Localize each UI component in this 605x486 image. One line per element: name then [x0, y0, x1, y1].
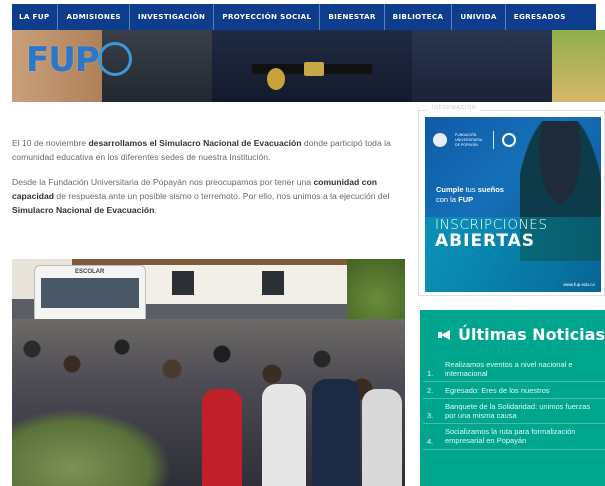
photo-person	[262, 384, 306, 486]
photo-person	[202, 389, 242, 486]
news-item-number: 4.	[427, 436, 434, 446]
news-item[interactable]: 2. Egresado: Eres de los nuestros	[423, 382, 605, 400]
university-seal-icon	[433, 133, 447, 147]
article-text: El 10 de noviembre	[12, 138, 89, 148]
photo-bus-windshield	[41, 278, 139, 308]
nav-item-proyeccion-social[interactable]: PROYECCIÓN SOCIAL	[213, 4, 319, 30]
banner-logos: FUNDACIÓN UNIVERSITARIA DE POPAYÁN	[433, 131, 516, 149]
banner-university-name: FUNDACIÓN UNIVERSITARIA DE POPAYÁN	[455, 132, 483, 147]
article-body: El 10 de noviembre desarrollamos el Simu…	[12, 136, 397, 228]
latest-news-panel: Últimas Noticias 1. Realizamos eventos a…	[420, 310, 605, 486]
info-label: INFORMACIÓN	[428, 105, 481, 111]
nav-item-la-fup[interactable]: LA FUP	[12, 4, 57, 30]
tagline-word: FUP	[458, 195, 474, 204]
news-item-number: 2.	[427, 386, 434, 396]
hero-buckle	[304, 62, 324, 76]
article-text: Desde la Fundación Universitaria de Popa…	[12, 177, 314, 187]
fup-logo[interactable]: FUP	[26, 40, 100, 80]
news-item[interactable]: 1. Realizamos eventos a nivel nacional e…	[423, 357, 605, 383]
admissions-banner[interactable]: FUNDACIÓN UNIVERSITARIA DE POPAYÁN Cumpl…	[425, 117, 601, 292]
news-item-number: 1.	[427, 369, 434, 379]
article-photo: ESCOLAR	[12, 259, 405, 486]
tagline-word: sueños	[477, 185, 504, 194]
nav-bar: LA FUP ADMISIONES INVESTIGACIÓN PROYECCI…	[12, 4, 596, 30]
photo-window	[262, 271, 284, 295]
photo-person	[362, 389, 402, 486]
tagline-word: con la	[436, 195, 459, 204]
article-paragraph-2: Desde la Fundación Universitaria de Popa…	[12, 175, 397, 217]
article-bold-text: desarrollamos el Simulacro Nacional de E…	[88, 138, 302, 148]
fup-logo-mark-icon	[98, 42, 132, 76]
latest-news-heading: Últimas Noticias	[438, 325, 605, 344]
nav-item-bienestar[interactable]: BIENESTAR	[319, 4, 383, 30]
nav-item-univida[interactable]: UNIVIDA	[451, 4, 504, 30]
tagline-word: tus	[463, 185, 478, 194]
photo-bus-label: ESCOLAR	[75, 269, 105, 275]
hero-bg-figure-right	[412, 30, 552, 102]
hero-banner-image: FUP	[12, 30, 605, 102]
news-item-link[interactable]: Banquete de la Solidaridad: unimos fuerz…	[437, 402, 605, 420]
latest-news-title: Últimas Noticias	[458, 325, 605, 344]
article-paragraph-1: El 10 de noviembre desarrollamos el Simu…	[12, 136, 397, 164]
nav-item-egresados[interactable]: EGRESADOS	[504, 4, 574, 30]
banner-url: www.fup.edu.co	[563, 282, 595, 287]
banner-tagline: Cumple tus sueños con la FUP	[436, 185, 504, 205]
article-text: .	[154, 205, 157, 215]
news-item-link[interactable]: Socializamos la ruta para formalización …	[437, 428, 605, 445]
nav-item-investigacion[interactable]: INVESTIGACIÓN	[128, 4, 213, 30]
banner-abiertas: ABIERTAS	[435, 231, 536, 251]
top-navigation: LA FUP ADMISIONES INVESTIGACIÓN PROYECCI…	[0, 0, 605, 31]
nav-item-biblioteca[interactable]: BIBLIOTECA	[383, 4, 452, 30]
photo-plant	[12, 409, 172, 486]
nav-item-admisiones[interactable]: ADMISIONES	[57, 4, 128, 30]
news-item-number: 3.	[427, 411, 434, 421]
fup-40-logo-icon	[502, 133, 516, 147]
news-item[interactable]: 3. Banquete de la Solidaridad: unimos fu…	[423, 399, 605, 425]
news-list: 1. Realizamos eventos a nivel nacional e…	[423, 357, 605, 450]
news-item-link[interactable]: Realizamos eventos a nivel nacional e in…	[437, 360, 605, 378]
article-text: de respuesta ante un posible sismo o ter…	[54, 191, 390, 201]
news-item-link[interactable]: Egresado: Eres de los nuestros	[437, 386, 605, 396]
banner-divider	[493, 131, 494, 149]
photo-window	[172, 271, 194, 295]
news-item[interactable]: 4. Socializamos la ruta para formalizaci…	[423, 424, 605, 450]
hero-badge	[267, 68, 285, 90]
photo-person	[312, 379, 360, 486]
tagline-word: Cumple	[436, 185, 464, 194]
article-bold-text: Simulacro Nacional de Evacuación	[12, 205, 155, 215]
megaphone-icon	[438, 329, 452, 341]
hero-bg-foliage	[552, 30, 605, 102]
